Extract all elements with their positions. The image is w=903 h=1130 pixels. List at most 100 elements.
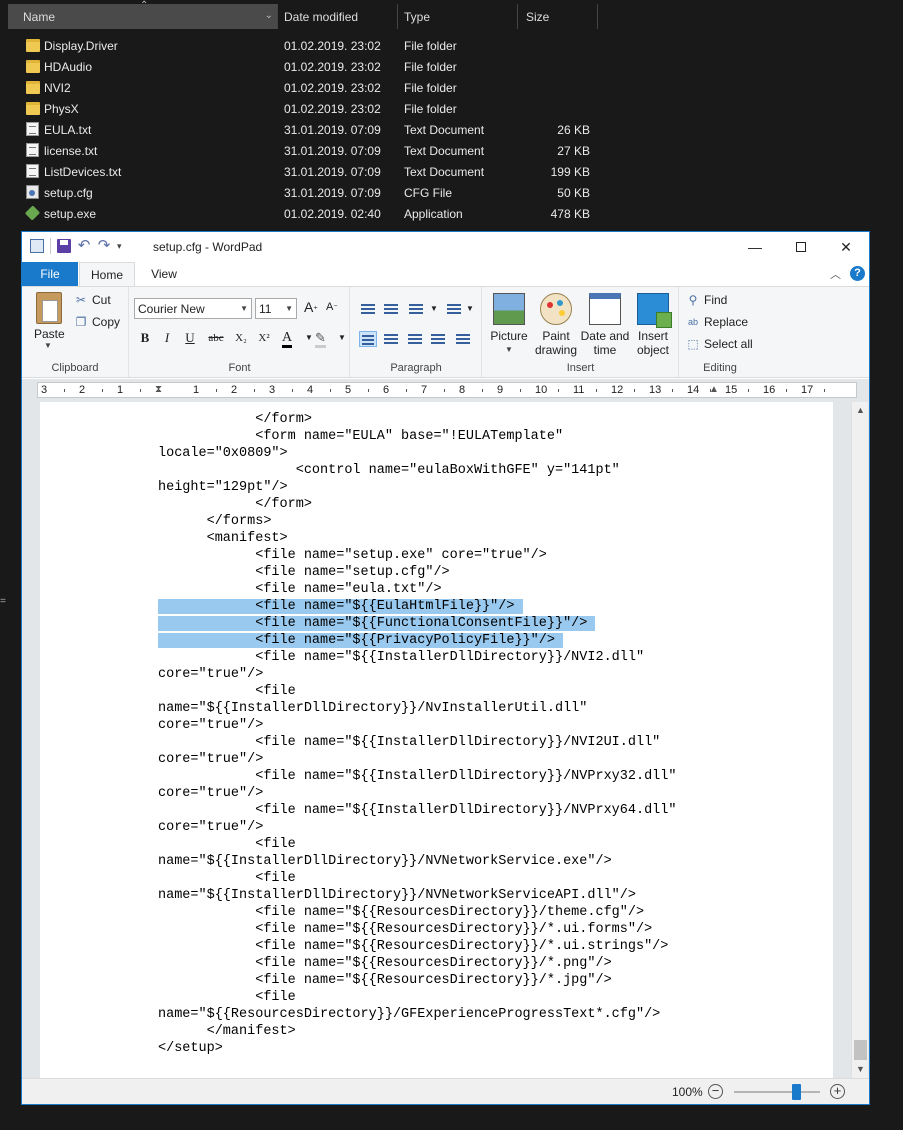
left-indent-marker[interactable]: ⧗ — [155, 384, 162, 395]
file-row[interactable]: HDAudio 01.02.2019. 23:02 File folder — [0, 56, 620, 77]
insert-object-button[interactable]: Insert object — [631, 293, 675, 357]
column-type[interactable]: Type — [398, 4, 518, 29]
file-row[interactable]: Display.Driver 01.02.2019. 23:02 File fold… — [0, 35, 620, 56]
save-icon[interactable] — [57, 239, 71, 253]
strikethrough-button[interactable]: abc — [206, 332, 226, 344]
ruler-number: 11 — [573, 384, 585, 396]
file-row[interactable]: setup.exe 01.02.2019. 02:40 Application 478… — [0, 203, 620, 224]
increase-indent-button[interactable] — [382, 301, 400, 317]
column-name[interactable]: Name ⌃ ⌄ — [8, 0, 278, 29]
paragraph-settings-button[interactable] — [454, 331, 472, 347]
zoom-in-button[interactable]: + — [830, 1084, 845, 1099]
date-time-button[interactable]: Date and time — [580, 293, 630, 357]
wordpad-app-icon[interactable] — [30, 239, 44, 253]
cut-button[interactable]: ✂ Cut — [74, 293, 111, 307]
chevron-up-icon[interactable]: ︿ — [830, 266, 841, 282]
text-color-button[interactable]: A — [282, 331, 293, 348]
line-text: <file name="setup.cfg"/> — [158, 565, 450, 580]
file-type: File folder — [404, 39, 457, 53]
align-right-button[interactable] — [406, 331, 424, 347]
ruler-number: 16 — [763, 384, 776, 396]
redo-icon[interactable]: ↷ — [97, 238, 111, 253]
paste-dropdown-icon[interactable]: ▼ — [44, 341, 52, 350]
picture-icon — [493, 293, 525, 325]
chevron-down-icon[interactable]: ⌄ — [265, 10, 273, 21]
status-bar: 100% − + — [22, 1078, 869, 1104]
document-text[interactable]: </form> <form name="EULA" base="!EULATem… — [158, 411, 676, 1057]
chevron-down-icon: ▼ — [285, 304, 293, 313]
bold-button[interactable]: B — [136, 330, 154, 346]
undo-icon[interactable]: ↶ — [77, 238, 91, 253]
replace-button[interactable]: ab Replace — [686, 315, 748, 329]
help-icon[interactable]: ? — [850, 266, 865, 281]
paste-icon[interactable] — [36, 292, 62, 324]
font-size-value: 11 — [259, 302, 272, 316]
document-line: <file name="${{InstallerDllDirectory}}/N… — [158, 768, 676, 785]
select-all-button[interactable]: ⬚ Select all — [686, 337, 752, 351]
folder-icon — [26, 81, 40, 94]
bullet-list-button[interactable] — [407, 301, 425, 317]
scroll-up-icon[interactable]: ▲ — [852, 402, 869, 419]
qat-separator — [50, 238, 51, 254]
font-size-select[interactable]: 11 ▼ — [255, 298, 297, 319]
file-row[interactable]: NVI2 01.02.2019. 23:02 File folder — [0, 77, 620, 98]
font-family-value: Courier New — [138, 302, 205, 316]
paragraph-icon — [456, 334, 470, 344]
highlight-pen-icon[interactable]: ✎ — [315, 331, 326, 348]
grow-font-button[interactable]: A⁺ — [302, 299, 320, 315]
tab-file[interactable]: File — [22, 262, 78, 286]
ruler-number: 7 — [421, 384, 428, 396]
insert-picture-button[interactable]: Picture ▼ — [489, 293, 529, 357]
select-all-icon: ⬚ — [687, 337, 699, 351]
align-left-button[interactable] — [359, 331, 377, 347]
paint-drawing-button[interactable]: Paint drawing — [533, 293, 579, 357]
paste-button[interactable]: Paste — [34, 327, 65, 341]
file-row[interactable]: PhysX 01.02.2019. 23:02 File folder — [0, 98, 620, 119]
align-center-button[interactable] — [382, 331, 400, 347]
document-page[interactable]: </form> <form name="EULA" base="!EULATem… — [40, 402, 833, 1078]
maximize-button[interactable] — [778, 232, 824, 262]
customize-qat-icon[interactable]: ▾ — [117, 239, 131, 253]
line-spacing-dropdown-icon[interactable]: ▼ — [461, 304, 479, 313]
subscript-button[interactable]: X₂ — [232, 332, 250, 344]
find-button[interactable]: ⚲ Find — [686, 293, 728, 307]
italic-button[interactable]: I — [158, 330, 176, 346]
vertical-scrollbar[interactable]: ▲ ▼ — [851, 402, 868, 1078]
copy-button[interactable]: ❐ Copy — [74, 315, 120, 329]
copy-icon: ❐ — [75, 315, 87, 329]
file-row[interactable]: setup.cfg 31.01.2019. 07:09 CFG File 50 KB — [0, 182, 620, 203]
file-row[interactable]: license.txt 31.01.2019. 07:09 Text Documen… — [0, 140, 620, 161]
tab-view[interactable]: View — [136, 262, 192, 286]
bullet-dropdown-icon[interactable]: ▼ — [425, 304, 443, 313]
scroll-down-icon[interactable]: ▼ — [852, 1061, 869, 1078]
minimize-button[interactable]: — — [732, 232, 778, 262]
ruler-strip[interactable]: ⧗ ▲ 3 2 1 1 2 3 4 5 6 7 8 9 10 11 12 13 14 15 16 17 — [37, 382, 857, 398]
column-size[interactable]: Size — [518, 4, 598, 29]
zoom-out-button[interactable]: − — [708, 1084, 723, 1099]
title-bar[interactable]: ↶ ↷ ▾ setup.cfg - WordPad — ✕ — [22, 232, 869, 262]
zoom-slider-thumb[interactable] — [792, 1084, 801, 1100]
scroll-thumb[interactable] — [854, 1040, 867, 1060]
file-row[interactable]: ListDevices.txt 31.01.2019. 07:09 Text Doc… — [0, 161, 620, 182]
ribbon-tabs: File Home View ︿ ? — [22, 262, 869, 286]
folder-icon — [26, 60, 40, 73]
font-family-select[interactable]: Courier New ▼ — [134, 298, 252, 319]
line-text: <file name="${{ResourcesDirectory}}/*.ui… — [158, 922, 653, 937]
underline-button[interactable]: U — [181, 330, 199, 346]
column-date-modified[interactable]: Date modified — [278, 4, 398, 29]
document-line: name="${{InstallerDllDirectory}}/NvInsta… — [158, 700, 676, 717]
shrink-font-button[interactable]: A⁻ — [323, 301, 341, 313]
superscript-button[interactable]: X² — [255, 332, 273, 344]
zoom-slider[interactable] — [734, 1084, 820, 1100]
file-row[interactable]: EULA.txt 31.01.2019. 07:09 Text Document 26… — [0, 119, 620, 140]
close-button[interactable]: ✕ — [823, 232, 869, 262]
highlight-dropdown-icon[interactable]: ▼ — [333, 333, 351, 342]
line-text: <file name="${{ResourcesDirectory}}/*.ui… — [158, 939, 669, 954]
document-line: <control name="eulaBoxWithGFE" y="141pt" — [158, 462, 676, 479]
document-line: <form name="EULA" base="!EULATemplate" — [158, 428, 676, 445]
decrease-indent-button[interactable] — [359, 301, 377, 317]
file-name: NVI2 — [44, 81, 71, 95]
justify-button[interactable] — [429, 331, 447, 347]
tab-home[interactable]: Home — [79, 262, 135, 286]
paint-label-2: drawing — [534, 343, 578, 357]
